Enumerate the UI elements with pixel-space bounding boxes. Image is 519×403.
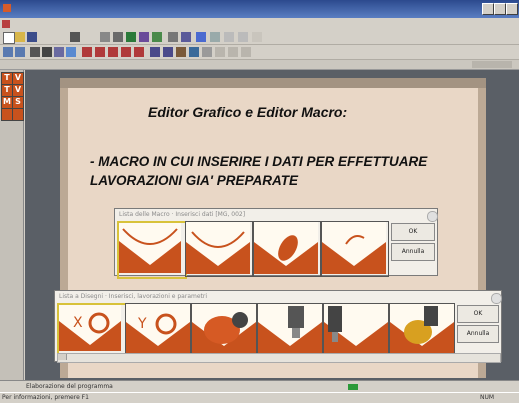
cut-icon[interactable] [42,47,52,57]
ok-button[interactable]: OK [391,223,435,241]
tool-icon[interactable] [95,47,105,57]
open-folder-icon[interactable] [15,32,25,42]
tool-icon[interactable] [202,47,212,57]
toolbar-standard [0,30,519,45]
document-tab-bar [0,60,519,70]
help-icon[interactable] [168,32,178,42]
save-icon[interactable] [27,32,37,42]
macro-thumbnail[interactable] [185,221,253,277]
grid-icon[interactable] [30,47,40,57]
status-bar: Per informazioni, premere F1 NUM [0,392,519,403]
tool-icon[interactable] [215,47,225,57]
tool-thumbnail[interactable]: Y [125,303,191,355]
tool-icon[interactable] [163,47,173,57]
tool-icon[interactable] [252,32,262,42]
status-indicator-icon [348,384,358,390]
tool-icon[interactable] [176,47,186,57]
print-icon[interactable] [70,32,80,42]
tool-icon[interactable] [189,47,199,57]
tool-icon[interactable] [181,32,191,42]
macro-thumbnail[interactable] [321,221,389,277]
new-file-icon[interactable] [3,32,15,44]
tool-icon[interactable] [82,47,92,57]
num-lock-indicator: NUM [480,394,495,401]
tool-thumbnail[interactable] [323,303,389,355]
macro-list-dialog: Lista delle Macro · Inserisci dati [MG, … [114,208,438,279]
tool-icon[interactable] [238,32,248,42]
window-title-bar [0,0,519,18]
menu-bar [0,18,519,30]
tool-icon[interactable] [224,32,234,42]
slide-body-line: - MACRO IN CUI INSERIRE I DATI PER EFFET… [90,154,428,169]
svg-text:Y: Y [137,316,147,332]
dialog-close-icon[interactable] [427,211,438,222]
close-button[interactable] [506,3,518,15]
tool-icon[interactable] [150,47,160,57]
document-icon [2,20,10,28]
tool-icon[interactable] [113,32,123,42]
tool-thumbnail[interactable] [257,303,323,355]
macro-thumbnail[interactable] [117,221,187,279]
tool-icon[interactable] [108,47,118,57]
tool-icon[interactable] [54,47,64,57]
tool-icon[interactable] [66,47,76,57]
tool-thumbnail[interactable] [389,303,455,355]
tool-palette: T V T V M S [0,70,24,380]
cancel-button[interactable]: Annulla [391,243,435,261]
tool-thumbnail[interactable]: X [57,303,127,357]
tool-thumbnail[interactable] [191,303,257,355]
horizontal-scrollbar[interactable] [57,353,501,363]
svg-text:X: X [73,315,83,331]
tool-icon[interactable] [139,32,149,42]
slide-body-line: LAVORAZIONI GIA' PREPARATE [90,173,298,188]
tool-icon[interactable] [210,32,220,42]
progress-status-bar: Elaborazione del programma [0,380,519,392]
ok-button[interactable]: OK [457,305,499,323]
tool-icon[interactable] [134,47,144,57]
macro-thumbnail[interactable] [253,221,321,277]
slide-body: - MACRO IN CUI INSERIRE I DATI PER EFFET… [90,152,490,190]
slide-title: Editor Grafico e Editor Macro: [148,104,348,120]
tool-icon[interactable] [121,47,131,57]
app-icon [3,4,11,12]
drawing-list-dialog: Lista a Disegni · Inserisci, lavorazioni… [54,290,502,363]
toolbar-drawing [0,45,519,60]
tool-icon[interactable] [152,32,162,42]
tool-icon[interactable] [100,32,110,42]
scroll-left-icon[interactable] [58,354,67,360]
zoom-in-icon[interactable] [3,47,13,57]
dialog-close-icon[interactable] [491,293,502,304]
tool-icon[interactable] [126,32,136,42]
tool-icon[interactable] [241,47,251,57]
zoom-out-icon[interactable] [15,47,25,57]
tool-icon[interactable] [228,47,238,57]
maximize-button[interactable] [494,3,506,15]
cancel-button[interactable]: Annulla [457,325,499,343]
help-text: Per informazioni, premere F1 [2,394,89,401]
dialog-title: Lista delle Macro · Inserisci dati [MG, … [119,211,246,218]
status-text: Elaborazione del programma [26,383,113,390]
minimize-button[interactable] [482,3,494,15]
document-controls[interactable] [472,61,512,68]
palette-color-icon[interactable] [12,108,24,121]
tool-icon[interactable] [196,32,206,42]
dialog-title: Lista a Disegni · Inserisci, lavorazioni… [59,293,208,300]
